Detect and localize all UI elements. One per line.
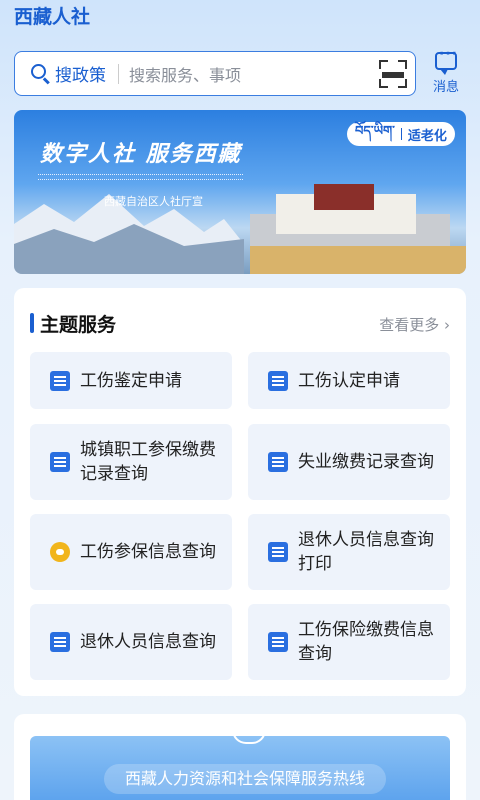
edit-doc-icon <box>268 632 288 652</box>
elder-mode-label: 适老化 <box>407 128 447 144</box>
service-tile[interactable]: 退休人员信息查询打印 <box>248 514 450 590</box>
service-label: 退休人员信息查询打印 <box>298 530 434 574</box>
message-icon <box>435 46 458 75</box>
message-button[interactable]: 消息 <box>426 46 466 98</box>
hotline-title: 西藏人力资源和社会保障服务热线 <box>104 764 386 794</box>
service-label: 失业缴费记录查询 <box>298 452 434 472</box>
search-input[interactable]: 搜索服务、事项 <box>129 62 379 86</box>
service-tile[interactable]: 工伤鉴定申请 <box>30 352 232 409</box>
banner-org: 西藏自治区人社厅宣 <box>104 195 203 208</box>
section-title: 主题服务 <box>40 314 117 336</box>
heart-hand-icon <box>50 542 70 562</box>
theme-services-card: 主题服务 查看更多 › 工伤鉴定申请 工伤认定申请 城镇职工参保缴费记录查询 失… <box>14 288 466 696</box>
id-card-icon <box>268 542 288 562</box>
service-label: 工伤鉴定申请 <box>80 370 182 391</box>
service-tile[interactable]: 失业缴费记录查询 <box>248 424 450 500</box>
service-tile[interactable]: 工伤保险缴费信息查询 <box>248 604 450 680</box>
app-title: 西藏人社 <box>14 6 91 28</box>
document-icon <box>50 370 70 391</box>
title-accent-bar <box>30 313 34 333</box>
see-more-link[interactable]: 查看更多 › <box>379 314 450 335</box>
search-keyword[interactable]: 搜政策 <box>55 61 106 86</box>
elder-mode-toggle[interactable]: བོད་ཡིག་ 适老化 <box>347 122 455 146</box>
service-label: 工伤认定申请 <box>298 370 400 391</box>
search-bar[interactable]: 搜政策 搜索服务、事项 <box>14 51 416 96</box>
service-tile[interactable]: 工伤参保信息查询 <box>30 514 232 590</box>
service-label: 工伤保险缴费信息查询 <box>298 620 434 664</box>
hotline-card[interactable]: 西藏人力资源和社会保障服务热线 <box>14 714 466 800</box>
search-icon <box>31 63 51 84</box>
receipt-icon <box>268 452 288 472</box>
elder-mode-divider <box>400 128 402 140</box>
banner[interactable]: 数字人社 服务西藏 西藏自治区人社厅宣 བོད་ཡིག་ 适老化 <box>14 110 466 274</box>
record-icon <box>50 452 70 472</box>
scan-icon[interactable] <box>379 59 407 88</box>
service-label: 城镇职工参保缴费记录查询 <box>80 440 216 484</box>
service-tile[interactable]: 工伤认定申请 <box>248 352 450 409</box>
banner-landscape-image <box>14 184 466 274</box>
badge-icon <box>50 632 70 652</box>
phone-handset-icon <box>232 730 266 744</box>
elder-mode-tibetan: བོད་ཡིག་ <box>355 123 395 139</box>
hotline-banner: 西藏人力资源和社会保障服务热线 <box>30 730 450 800</box>
service-label: 工伤参保信息查询 <box>80 542 216 562</box>
service-label: 退休人员信息查询 <box>80 632 216 652</box>
message-label: 消息 <box>432 80 459 95</box>
service-tile[interactable]: 城镇职工参保缴费记录查询 <box>30 424 232 500</box>
form-icon <box>268 370 288 391</box>
banner-tibetan-script <box>38 174 243 180</box>
banner-slogan: 数字人社 服务西藏 <box>40 141 242 167</box>
theme-services-header: 主题服务 查看更多 › <box>30 312 450 336</box>
search-divider <box>118 63 119 84</box>
service-tile[interactable]: 退休人员信息查询 <box>30 604 232 680</box>
